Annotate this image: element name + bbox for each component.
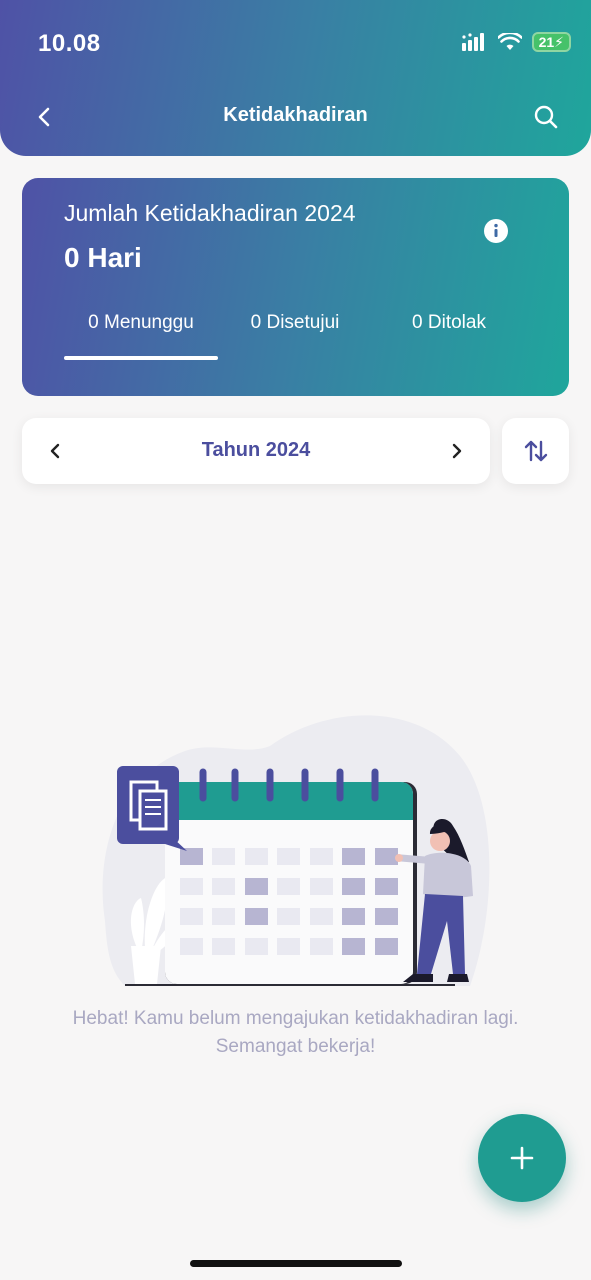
- info-icon[interactable]: [484, 219, 508, 243]
- sort-button[interactable]: [502, 418, 569, 484]
- home-indicator[interactable]: [190, 1260, 402, 1267]
- absence-summary-card: Jumlah Ketidakhadiran 2024 0 Hari 0 Menu…: [22, 178, 569, 396]
- tab-approved[interactable]: 0 Disetujui: [239, 312, 351, 334]
- status-time: 10.08: [38, 30, 101, 57]
- year-label: Tahun 2024: [201, 439, 311, 461]
- battery-icon: 21 ⚡: [531, 32, 571, 52]
- summary-title: Jumlah Ketidakhadiran 2024: [64, 200, 356, 226]
- signal-icon: [461, 33, 484, 51]
- page-title: Ketidakhadiran: [223, 104, 368, 126]
- tab-pending[interactable]: 0 Menunggu: [64, 312, 218, 334]
- plus-icon: [510, 1146, 534, 1170]
- chevron-right-icon[interactable]: [444, 438, 470, 464]
- empty-state-message: Hebat! Kamu belum mengajukan ketidakhadi…: [20, 1005, 571, 1061]
- empty-state-line-1: Hebat! Kamu belum mengajukan ketidakhadi…: [72, 1008, 519, 1029]
- year-selector: Tahun 2024: [22, 418, 490, 484]
- active-tab-indicator: [64, 356, 218, 360]
- status-tabs: 0 Menunggu 0 Disetujui 0 Ditolak: [64, 310, 534, 360]
- empty-calendar-illustration: [102, 715, 490, 986]
- wifi-icon: [497, 33, 522, 50]
- add-absence-button[interactable]: [478, 1114, 566, 1202]
- tab-rejected[interactable]: 0 Ditolak: [389, 312, 509, 334]
- sort-icon: [524, 440, 547, 462]
- search-icon[interactable]: [531, 102, 561, 132]
- app-header: 10.08 21 ⚡ Ketidakhadiran: [0, 0, 591, 156]
- summary-value: 0 Hari: [64, 242, 142, 273]
- charging-bolt: ⚡: [554, 33, 564, 50]
- status-icons: 21 ⚡: [461, 32, 571, 52]
- battery-level: 21: [538, 34, 555, 50]
- empty-state-line-2: Semangat bekerja!: [215, 1036, 376, 1057]
